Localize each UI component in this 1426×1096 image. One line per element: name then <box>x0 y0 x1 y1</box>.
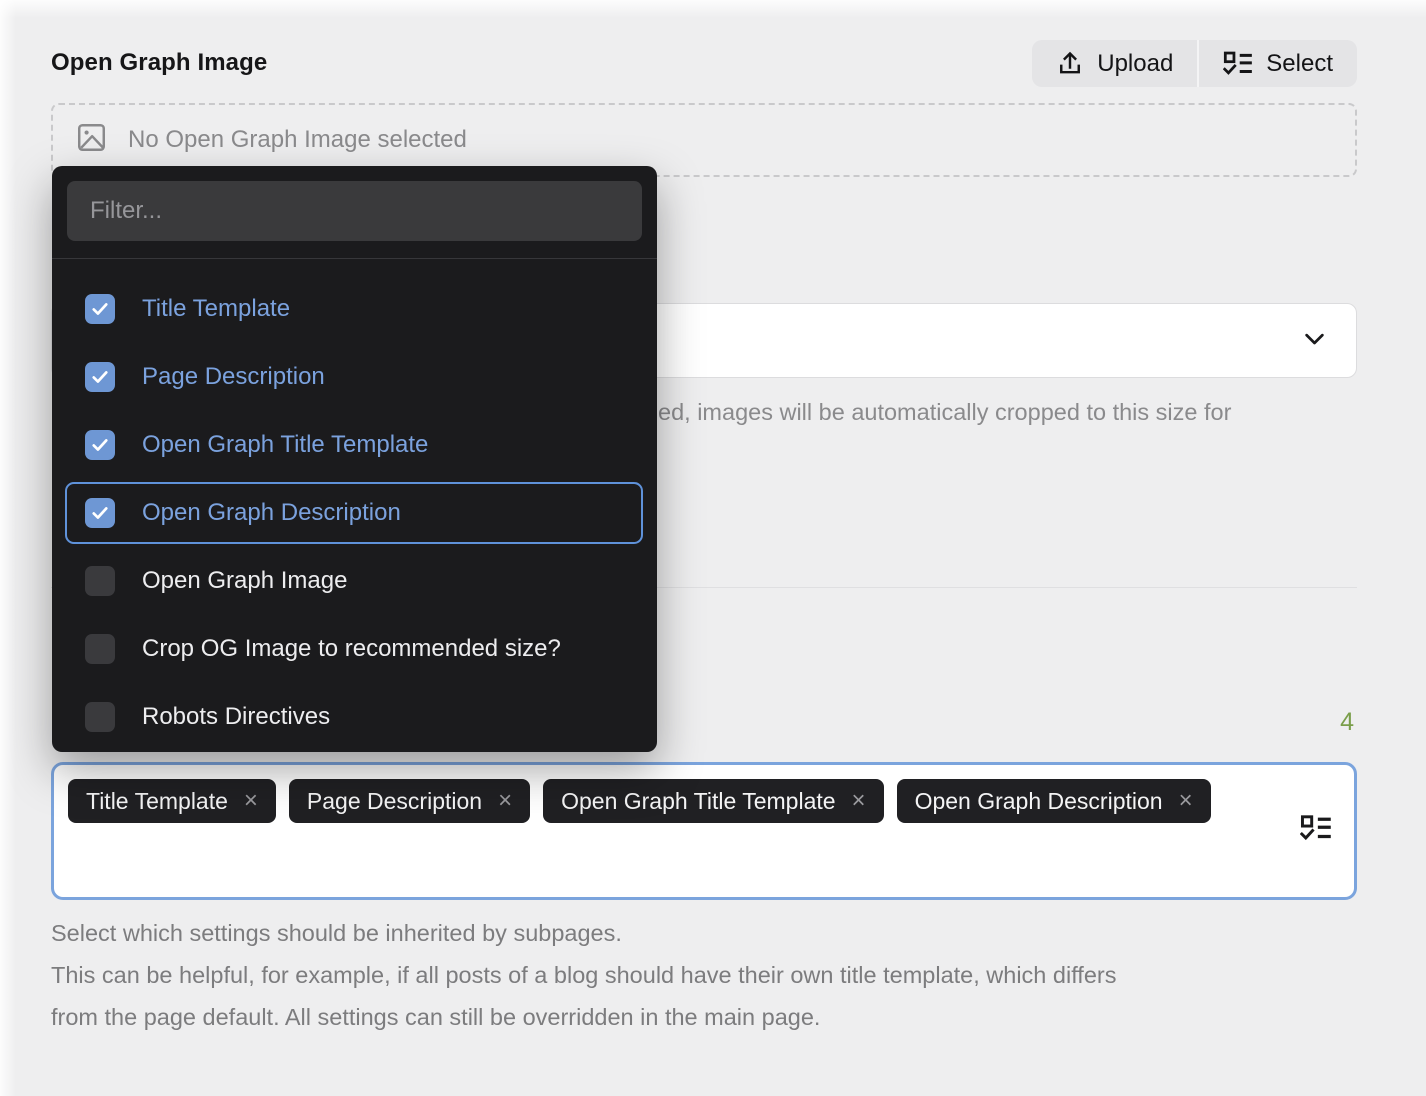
checkbox-unchecked-icon[interactable] <box>85 566 115 596</box>
dropdown-option-list: Title Template Page Description Open Gra… <box>52 259 657 751</box>
tag-remove-button[interactable]: × <box>244 789 258 813</box>
checkbox-unchecked-icon[interactable] <box>85 702 115 732</box>
settings-dropdown-panel: Title Template Page Description Open Gra… <box>52 166 657 752</box>
tag-pill: Page Description × <box>289 779 530 823</box>
instructions-line: Select which settings should be inherite… <box>51 912 1371 954</box>
option-label: Title Template <box>142 295 290 323</box>
field-instructions: Select which settings should be inherite… <box>51 912 1371 1038</box>
checkbox-checked-icon[interactable] <box>85 430 115 460</box>
asset-toolbar: Upload Select <box>1032 40 1357 87</box>
edge-fade-top <box>0 0 1426 18</box>
checkbox-checked-icon[interactable] <box>85 362 115 392</box>
upload-button[interactable]: Upload <box>1032 40 1197 87</box>
option-page-description[interactable]: Page Description <box>52 343 657 411</box>
checkbox-checked-icon[interactable] <box>85 498 115 528</box>
option-og-image[interactable]: Open Graph Image <box>52 547 657 615</box>
checklist-icon <box>1300 814 1332 849</box>
tag-label: Open Graph Description <box>915 788 1163 815</box>
tag-pill: Open Graph Description × <box>897 779 1211 823</box>
instructions-line: This can be helpful, for example, if all… <box>51 954 1371 996</box>
crop-hint-text: ed, images will be automatically cropped… <box>658 399 1231 426</box>
option-label: Open Graph Description <box>142 499 401 527</box>
tag-label: Open Graph Title Template <box>561 788 835 815</box>
select-button[interactable]: Select <box>1197 40 1357 87</box>
upload-button-label: Upload <box>1097 50 1173 78</box>
option-label: Page Description <box>142 363 325 391</box>
tag-remove-button[interactable]: × <box>498 789 512 813</box>
tag-label: Title Template <box>86 788 228 815</box>
option-robots-directives[interactable]: Robots Directives <box>52 683 657 751</box>
checkbox-checked-icon[interactable] <box>85 294 115 324</box>
option-label: Robots Directives <box>142 703 330 731</box>
instructions-line: from the page default. All settings can … <box>51 996 1371 1038</box>
option-crop-og-image[interactable]: Crop OG Image to recommended size? <box>52 615 657 683</box>
option-og-title-template[interactable]: Open Graph Title Template <box>52 411 657 479</box>
selected-count-badge: 4 <box>1340 708 1354 737</box>
tag-remove-button[interactable]: × <box>852 789 866 813</box>
option-label: Open Graph Title Template <box>142 431 428 459</box>
chevron-down-icon <box>1301 325 1328 357</box>
tag-pill: Title Template × <box>68 779 276 823</box>
tag-pill: Open Graph Title Template × <box>543 779 883 823</box>
option-label: Crop OG Image to recommended size? <box>142 635 561 663</box>
select-button-label: Select <box>1266 50 1333 78</box>
checklist-icon <box>1223 50 1253 78</box>
edge-fade-left <box>0 0 16 1096</box>
option-label: Open Graph Image <box>142 567 347 595</box>
filter-input[interactable] <box>67 181 642 241</box>
tag-remove-button[interactable]: × <box>1179 789 1193 813</box>
dropzone-text: No Open Graph Image selected <box>128 126 467 154</box>
dropdown-filter-bar <box>52 166 657 259</box>
checkbox-unchecked-icon[interactable] <box>85 634 115 664</box>
tag-label: Page Description <box>307 788 482 815</box>
option-title-template[interactable]: Title Template <box>52 275 657 343</box>
field-label: Open Graph Image <box>51 49 267 77</box>
upload-icon <box>1056 50 1084 78</box>
inherited-settings-field[interactable]: Title Template × Page Description × Open… <box>51 762 1357 900</box>
option-og-description[interactable]: Open Graph Description <box>52 479 657 547</box>
image-placeholder-icon <box>76 122 107 158</box>
